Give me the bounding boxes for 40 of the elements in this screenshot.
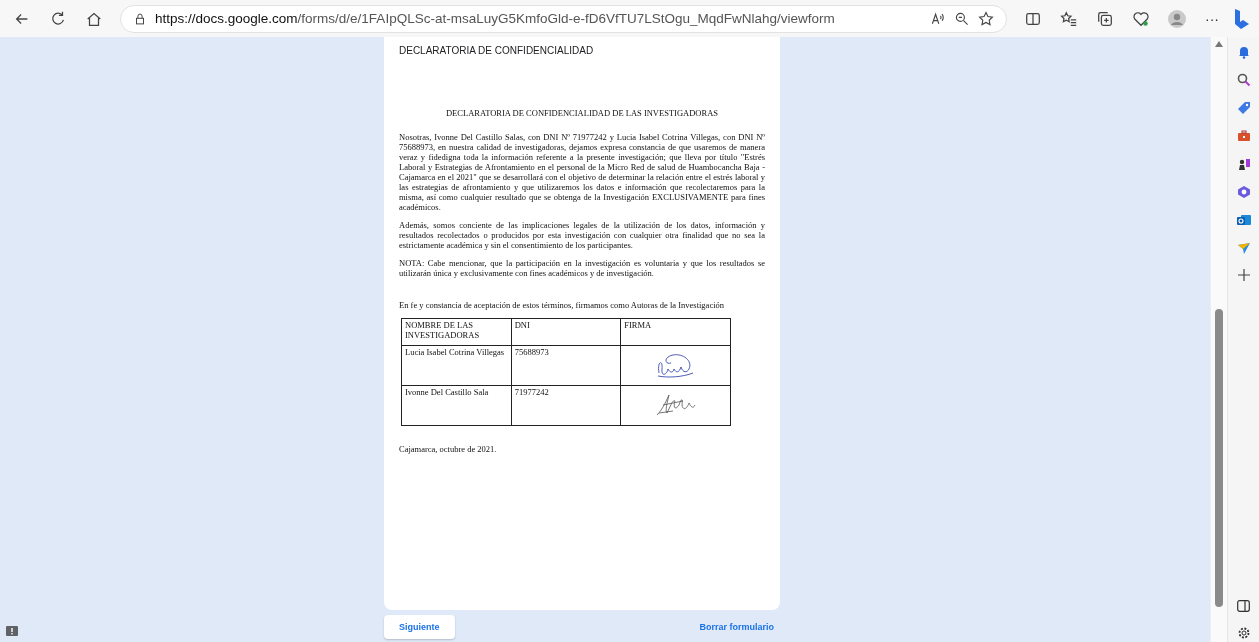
table-header: DNI xyxy=(511,318,621,346)
document-paragraph: Cajamarca, octubre de 2021. xyxy=(399,444,498,454)
lock-icon[interactable] xyxy=(133,11,147,26)
more-button[interactable]: ··· xyxy=(1197,10,1227,27)
document-paragraph: En fe y constancia de aceptación de estos términos, firmamos como Autoras de la Investigación xyxy=(399,300,726,310)
document-paragraph: NOTA: Cabe mencionar, que la participación en la investigación es voluntaria y que los resultados se utilizarán única y exclusivamente con fines académicos y de investigación. xyxy=(399,258,765,278)
mail-icon[interactable] xyxy=(1236,213,1251,227)
document-paragraph: Además, somos conciente de las implicaciones legales de la utilización de los datos, información y resultados recolectados o producidos por esta investigación con cualquier otra finalidad que no sea la estrictamente académica y sin el consentimiento de los participantes. xyxy=(399,220,765,250)
zoom-icon[interactable] xyxy=(954,10,970,27)
table-cell: Ivonne Del Castillo Sala xyxy=(401,385,512,426)
address-bar[interactable]: https://docs.google.com/forms/d/e/1FAIpQLSc-at-msaLuyG5KmfoGld-e-fD6VfTU7LStOgu_MqdFwNlahg/viewform xyxy=(120,4,1007,33)
hexagon-icon[interactable] xyxy=(1236,185,1251,199)
refresh-icon[interactable] xyxy=(49,9,67,28)
table-header: NOMBRE DE LAS INVESTIGADORAS xyxy=(401,318,512,346)
document-title: DECLARATORIA DE CONFIDENCIALIDAD DE LAS INVESTIGADORAS xyxy=(444,108,720,118)
heart-icon[interactable] xyxy=(1132,9,1150,28)
table-header: FIRMA xyxy=(620,318,731,346)
table-cell: Lucia Isabel Cotrina Villegas xyxy=(401,345,512,386)
chess-icon[interactable] xyxy=(1236,157,1251,171)
table-cell: 71977242 xyxy=(511,385,621,426)
sidebar-toggle-icon[interactable] xyxy=(1237,600,1250,612)
scrollbar-thumb[interactable] xyxy=(1215,309,1223,607)
settings-icon[interactable] xyxy=(1236,626,1251,640)
favorites-icon[interactable] xyxy=(1060,9,1078,28)
avatar-icon[interactable] xyxy=(1167,8,1187,29)
tag-icon[interactable] xyxy=(1236,101,1251,115)
add-icon[interactable] xyxy=(1237,269,1250,281)
scroll-up-icon[interactable] xyxy=(1215,41,1223,47)
search-icon[interactable] xyxy=(1236,73,1251,87)
read-aloud-icon[interactable] xyxy=(930,10,946,27)
paper-plane-icon[interactable] xyxy=(1236,241,1251,255)
collections-icon[interactable] xyxy=(1096,9,1114,28)
feedback-icon[interactable] xyxy=(6,626,18,638)
next-button[interactable]: Siguiente xyxy=(384,615,455,639)
toolbox-icon[interactable] xyxy=(1236,129,1251,143)
star-icon[interactable] xyxy=(978,10,994,27)
clear-form-link[interactable]: Borrar formulario xyxy=(699,622,774,632)
document-paragraph: Nosotras, Ivonne Del Castillo Salas, con DNI Nº 71977242 y Lucia Isabel Cotrina Villegas, con DNI Nº 75688973, en nuestra calidad de investigadoras, dejamos expresa constancia de que usaremos de manera veraz y fidedigna toda la información referente a la presente investigación; que lleva por título "Estrés Laboral y Estrategias de Afrontamiento en el personal de la Micro Red de salud de Huambocancha Baja - Cajamarca en el 2021" que se desarrollará con el objetivo de determinar la relación entre el estrés laboral y las estrategias de afrontamiento y que utilizaremos los datos e información que recolectaremos para la misma, así como cualquier resultado que se obtenga de la Investigación EXCLUSIVAMENTE para fines académicos. xyxy=(399,132,765,212)
question-title: DECLARATORIA DE CONFIDENCIALIDAD xyxy=(399,45,595,56)
table-cell: 75688973 xyxy=(511,345,621,386)
